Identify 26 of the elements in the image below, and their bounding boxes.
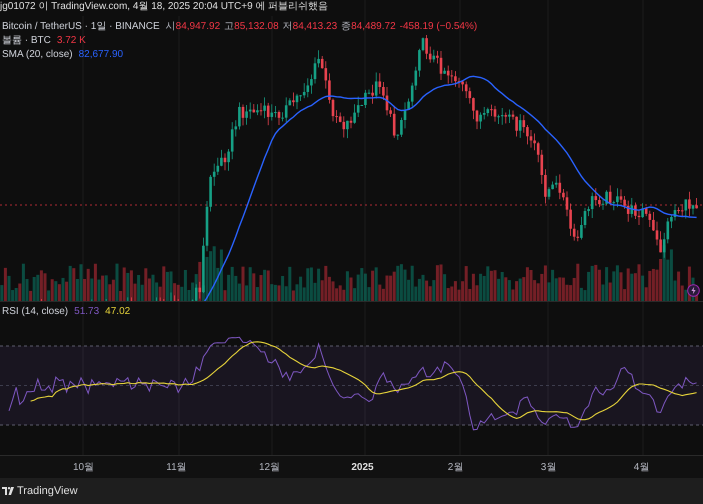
time-axis-label: 10월 [72,460,96,474]
sma-label: SMA (20, close) [2,49,73,61]
ohlc-label: 저84,413.23 [282,21,338,33]
ohlc-label: 고85,132.08 [224,21,279,33]
symbol-title: Bitcoin / TetherUS · 1일 · BINANCE [2,21,160,33]
lightning-icon[interactable] [687,284,700,297]
rsi-signal-value: 47.02 [105,306,130,318]
volume-value: 3.72 K [56,35,86,47]
time-axis-label: 4월 [632,460,650,474]
time-axis-label: 2025 [350,460,375,474]
rsi-label: RSI (14, close) [2,306,68,318]
price-change: -458.19 (−0.54%) [400,21,478,33]
time-axis-label: 2월 [446,460,464,474]
ohlc-label: 시84,947.92 [166,21,220,33]
time-axis-label: 12월 [258,460,282,474]
candlestick [91,299,92,301]
sma-value: 82,677.90 [78,49,124,61]
brand-name: TradingView [17,484,78,499]
time-axis-label: 11월 [165,460,188,474]
candlestick [106,298,107,301]
candlestick [41,298,42,301]
volume-label: 볼륨 · BTC [2,35,51,47]
rsi-value: 51.73 [74,306,100,318]
time-axis-label: 3월 [540,460,558,474]
logo-icon [2,487,14,495]
ohlc-label: 종84,489.72 [341,21,396,33]
